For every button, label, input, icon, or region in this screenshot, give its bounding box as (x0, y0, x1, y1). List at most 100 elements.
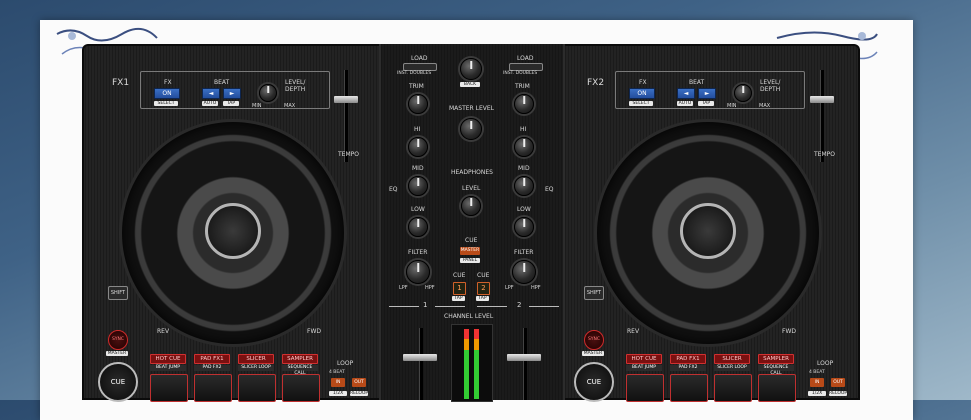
slicer-loop-label-2: SLICER LOOP (714, 365, 750, 371)
performance-pad-2[interactable] (194, 374, 232, 402)
load-button-1[interactable] (403, 63, 437, 71)
loop-in-button-2[interactable]: IN (810, 378, 824, 387)
performance-pad-7[interactable] (714, 374, 752, 402)
reloop-label-2[interactable]: RELOOP (829, 391, 847, 396)
sequence-call-label-1: SEQUENCE CALL (282, 365, 318, 376)
tempo-slider-1[interactable] (334, 96, 358, 103)
fx2-label: FX2 (587, 78, 605, 88)
sync-button-1[interactable]: SYNC (108, 330, 128, 350)
pad-fx1-mode-2[interactable]: PAD FX1 (670, 354, 706, 364)
rev-label-1: REV (157, 328, 170, 335)
performance-pad-4[interactable] (282, 374, 320, 402)
fx1-beat-left-button[interactable]: ◄ (202, 88, 220, 99)
slicer-loop-label-1: SLICER LOOP (238, 365, 274, 371)
tempo-slider-track-1[interactable] (344, 70, 348, 162)
mid-eq-knob-1[interactable] (408, 176, 428, 196)
fx2-beat-right-button[interactable]: ► (698, 88, 716, 99)
cue-2-label: CUE (477, 272, 490, 279)
fx1-beat-right-button[interactable]: ► (223, 88, 241, 99)
fx1-on-button[interactable]: ON (154, 88, 180, 99)
panel-label[interactable]: PANEL (460, 258, 480, 263)
headphones-level-label: LEVEL (462, 185, 481, 192)
shift-button-1[interactable]: SHIFT (108, 286, 128, 300)
loop-in-button-1[interactable]: IN (331, 378, 345, 387)
mid-eq-knob-2[interactable] (514, 176, 534, 196)
browse-knob[interactable] (460, 58, 482, 80)
loop-out-button-2[interactable]: OUT (831, 378, 845, 387)
channel-fader-1[interactable] (403, 354, 437, 361)
shift-button-2[interactable]: SHIFT (584, 286, 604, 300)
tempo-slider-track-2[interactable] (820, 70, 824, 162)
hot-cue-mode-1[interactable]: HOT CUE (150, 354, 186, 364)
headphones-level-knob[interactable] (461, 196, 481, 216)
fx1-tap-label[interactable]: TAP (223, 101, 239, 106)
hi-eq-knob-1[interactable] (408, 137, 428, 157)
fx2-level-depth-knob[interactable] (734, 84, 752, 102)
master-label-2[interactable]: MASTER (582, 351, 604, 356)
fx2-on-button[interactable]: ON (629, 88, 655, 99)
pad-fx1-mode-1[interactable]: PAD FX1 (194, 354, 230, 364)
lpf-label-1: LPF (399, 285, 408, 291)
sync-button-2[interactable]: SYNC (584, 330, 604, 350)
master-level-knob[interactable] (460, 118, 482, 140)
sampler-mode-2[interactable]: SAMPLER (758, 354, 794, 364)
low-label-2: LOW (517, 206, 531, 213)
performance-pad-1[interactable] (150, 374, 188, 402)
channel-1-divider-right (435, 306, 465, 307)
mixer-section: LOAD INST. DOUBLES LOAD INST. DOUBLES BA… (379, 44, 565, 402)
master-level-label: MASTER LEVEL (449, 105, 494, 112)
performance-pad-3[interactable] (238, 374, 276, 402)
low-eq-knob-2[interactable] (514, 217, 534, 237)
level-meter-bar-1 (464, 329, 469, 399)
fx2-auto-label[interactable]: AUTO (677, 101, 693, 106)
channel-fader-track-2[interactable] (523, 328, 527, 400)
level-meter-bar-2 (474, 329, 479, 399)
fx2-select-label[interactable]: SELECT (629, 101, 653, 106)
beat4-label-2: 4 BEAT (809, 370, 825, 375)
trim-label-1: TRIM (409, 83, 424, 90)
hpf-label-1: HPF (425, 285, 435, 291)
tempo-slider-2[interactable] (810, 96, 834, 103)
hpf-label-2: HPF (531, 285, 541, 291)
fx1-auto-label[interactable]: AUTO (202, 101, 218, 106)
cue-1-tap-label[interactable]: TAP (452, 296, 465, 301)
loop-half-label-1[interactable]: 1/2X (329, 391, 347, 396)
performance-pad-6[interactable] (670, 374, 708, 402)
master-cue-button[interactable]: MASTER (460, 247, 480, 255)
cue-1-button[interactable]: 1 (453, 282, 466, 295)
cue-button-1[interactable]: CUE (98, 362, 138, 402)
filter-knob-2[interactable] (512, 260, 536, 284)
low-eq-knob-1[interactable] (408, 217, 428, 237)
trim-knob-2[interactable] (514, 94, 534, 114)
inst-doubles-label-2: INST. DOUBLES (503, 71, 538, 76)
fx2-tap-label[interactable]: TAP (698, 101, 714, 106)
hot-cue-mode-2[interactable]: HOT CUE (626, 354, 662, 364)
master-label-1[interactable]: MASTER (106, 351, 128, 356)
filter-label-2: FILTER (514, 249, 534, 256)
channel-fader-track-1[interactable] (419, 328, 423, 400)
mid-label-1: MID (412, 165, 424, 172)
cue-button-2[interactable]: CUE (574, 362, 614, 402)
fx2-fx-label: FX (639, 79, 647, 86)
slicer-mode-2[interactable]: SLICER (714, 354, 750, 364)
channel-fader-2[interactable] (507, 354, 541, 361)
cue-2-tap-label[interactable]: TAP (476, 296, 489, 301)
hi-eq-knob-2[interactable] (514, 137, 534, 157)
performance-pad-5[interactable] (626, 374, 664, 402)
cue-2-button[interactable]: 2 (477, 282, 490, 295)
loop-out-button-1[interactable]: OUT (352, 378, 366, 387)
eq-label-2: EQ (545, 186, 554, 193)
reloop-label-1[interactable]: RELOOP (350, 391, 368, 396)
sampler-mode-1[interactable]: SAMPLER (282, 354, 318, 364)
fx1-level-depth-knob[interactable] (259, 84, 277, 102)
filter-knob-1[interactable] (406, 260, 430, 284)
load-button-2[interactable] (509, 63, 543, 71)
back-label[interactable]: BACK (460, 82, 480, 87)
fx1-select-label[interactable]: SELECT (154, 101, 178, 106)
fwd-label-2: FWD (782, 328, 797, 335)
trim-knob-1[interactable] (408, 94, 428, 114)
performance-pad-8[interactable] (758, 374, 796, 402)
loop-half-label-2[interactable]: 1/2X (808, 391, 826, 396)
slicer-mode-1[interactable]: SLICER (238, 354, 274, 364)
fx2-beat-left-button[interactable]: ◄ (677, 88, 695, 99)
